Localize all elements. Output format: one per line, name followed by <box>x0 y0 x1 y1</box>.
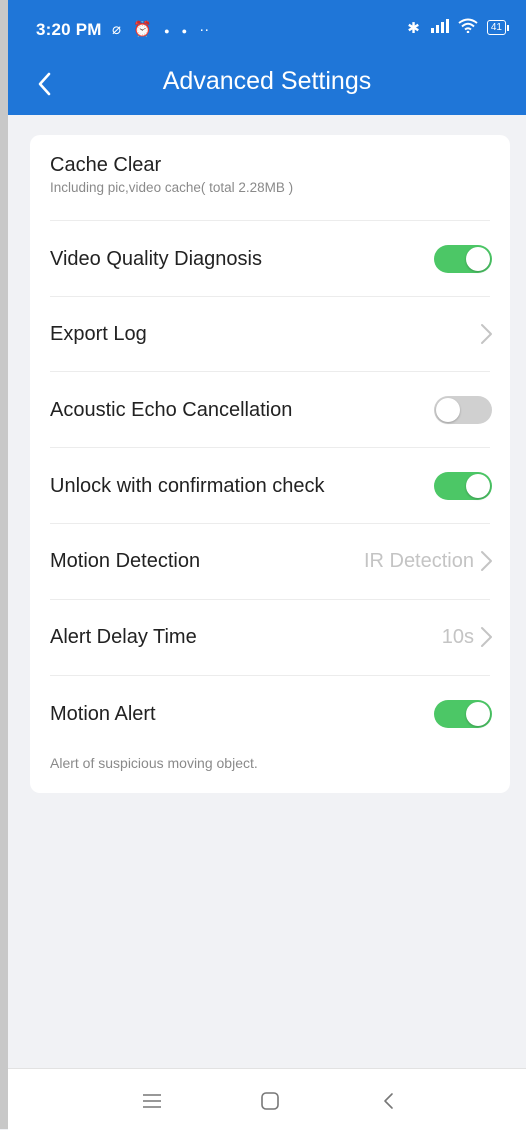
unlock-confirmation-label: Unlock with confirmation check <box>50 475 325 497</box>
cache-clear-row[interactable]: Cache Clear Including pic,video cache( t… <box>30 135 510 220</box>
cache-clear-description: Including pic,video cache( total 2.28MB … <box>50 180 294 195</box>
cache-clear-label: Cache Clear <box>50 154 162 176</box>
navigation-bar: Advanced Settings <box>8 60 526 115</box>
export-log-row[interactable]: Export Log <box>30 297 510 372</box>
alert-delay-time-label: Alert Delay Time <box>50 626 197 648</box>
unlock-confirmation-row: Unlock with confirmation check <box>30 448 510 524</box>
toggle-knob <box>466 247 490 271</box>
system-back-button[interactable] <box>374 1087 402 1115</box>
wifi-icon <box>458 18 478 37</box>
acoustic-echo-cancellation-toggle[interactable] <box>434 396 492 424</box>
alert-delay-time-value: 10s <box>441 626 474 648</box>
chevron-right-icon <box>481 627 492 647</box>
video-quality-diagnosis-label: Video Quality Diagnosis <box>50 248 262 270</box>
video-quality-diagnosis-toggle[interactable] <box>434 245 492 273</box>
motion-detection-label: Motion Detection <box>50 550 201 572</box>
motion-alert-toggle[interactable] <box>434 700 492 728</box>
dot-icon: ● <box>181 26 188 36</box>
alert-delay-time-row[interactable]: Alert Delay Time 10s <box>30 600 510 675</box>
chevron-right-icon <box>481 324 492 344</box>
status-notification-icons: ⌀ ⏰ ● ● ·· <box>112 20 217 38</box>
menu-button[interactable] <box>138 1087 166 1115</box>
motion-alert-label: Motion Alert <box>50 703 156 725</box>
status-system-icons: ✱ 41 <box>407 18 510 37</box>
page-title: Advanced Settings <box>162 67 372 95</box>
acoustic-echo-cancellation-row: Acoustic Echo Cancellation <box>30 372 510 448</box>
acoustic-echo-cancellation-label: Acoustic Echo Cancellation <box>50 399 293 421</box>
battery-icon: 41 <box>486 20 510 35</box>
bluetooth-icon: ✱ <box>407 19 420 37</box>
video-quality-diagnosis-row: Video Quality Diagnosis <box>30 221 510 297</box>
toggle-knob <box>466 474 490 498</box>
export-log-label: Export Log <box>50 323 147 345</box>
no-disturb-icon: ⌀ <box>112 21 122 38</box>
motion-detection-row[interactable]: Motion Detection IR Detection <box>30 524 510 599</box>
more-dots-icon: ·· <box>199 21 210 38</box>
motion-alert-row: Motion Alert Alert of suspicious moving … <box>30 676 510 786</box>
toggle-knob <box>466 702 490 726</box>
status-bar: 3:20 PM ⌀ ⏰ ● ● ·· ✱ 41 <box>8 0 526 60</box>
app-header: 3:20 PM ⌀ ⏰ ● ● ·· ✱ 41 Advanced Setting… <box>8 0 526 115</box>
toggle-knob <box>436 398 460 422</box>
back-icon <box>384 1093 393 1109</box>
alarm-icon: ⏰ <box>133 21 152 38</box>
home-square-icon <box>261 1092 279 1110</box>
status-time: 3:20 PM <box>36 20 102 39</box>
settings-card: Cache Clear Including pic,video cache( t… <box>30 135 510 793</box>
dot-icon: ● <box>164 26 170 36</box>
chevron-right-icon <box>481 551 492 571</box>
unlock-confirmation-toggle[interactable] <box>434 472 492 500</box>
system-navigation-bar <box>8 1068 526 1130</box>
motion-detection-value: IR Detection <box>363 550 474 572</box>
signal-icon <box>429 18 449 37</box>
home-button[interactable] <box>256 1087 284 1115</box>
menu-icon <box>143 1094 161 1108</box>
screen-edge <box>0 0 8 1129</box>
motion-alert-description: Alert of suspicious moving object. <box>50 755 258 771</box>
